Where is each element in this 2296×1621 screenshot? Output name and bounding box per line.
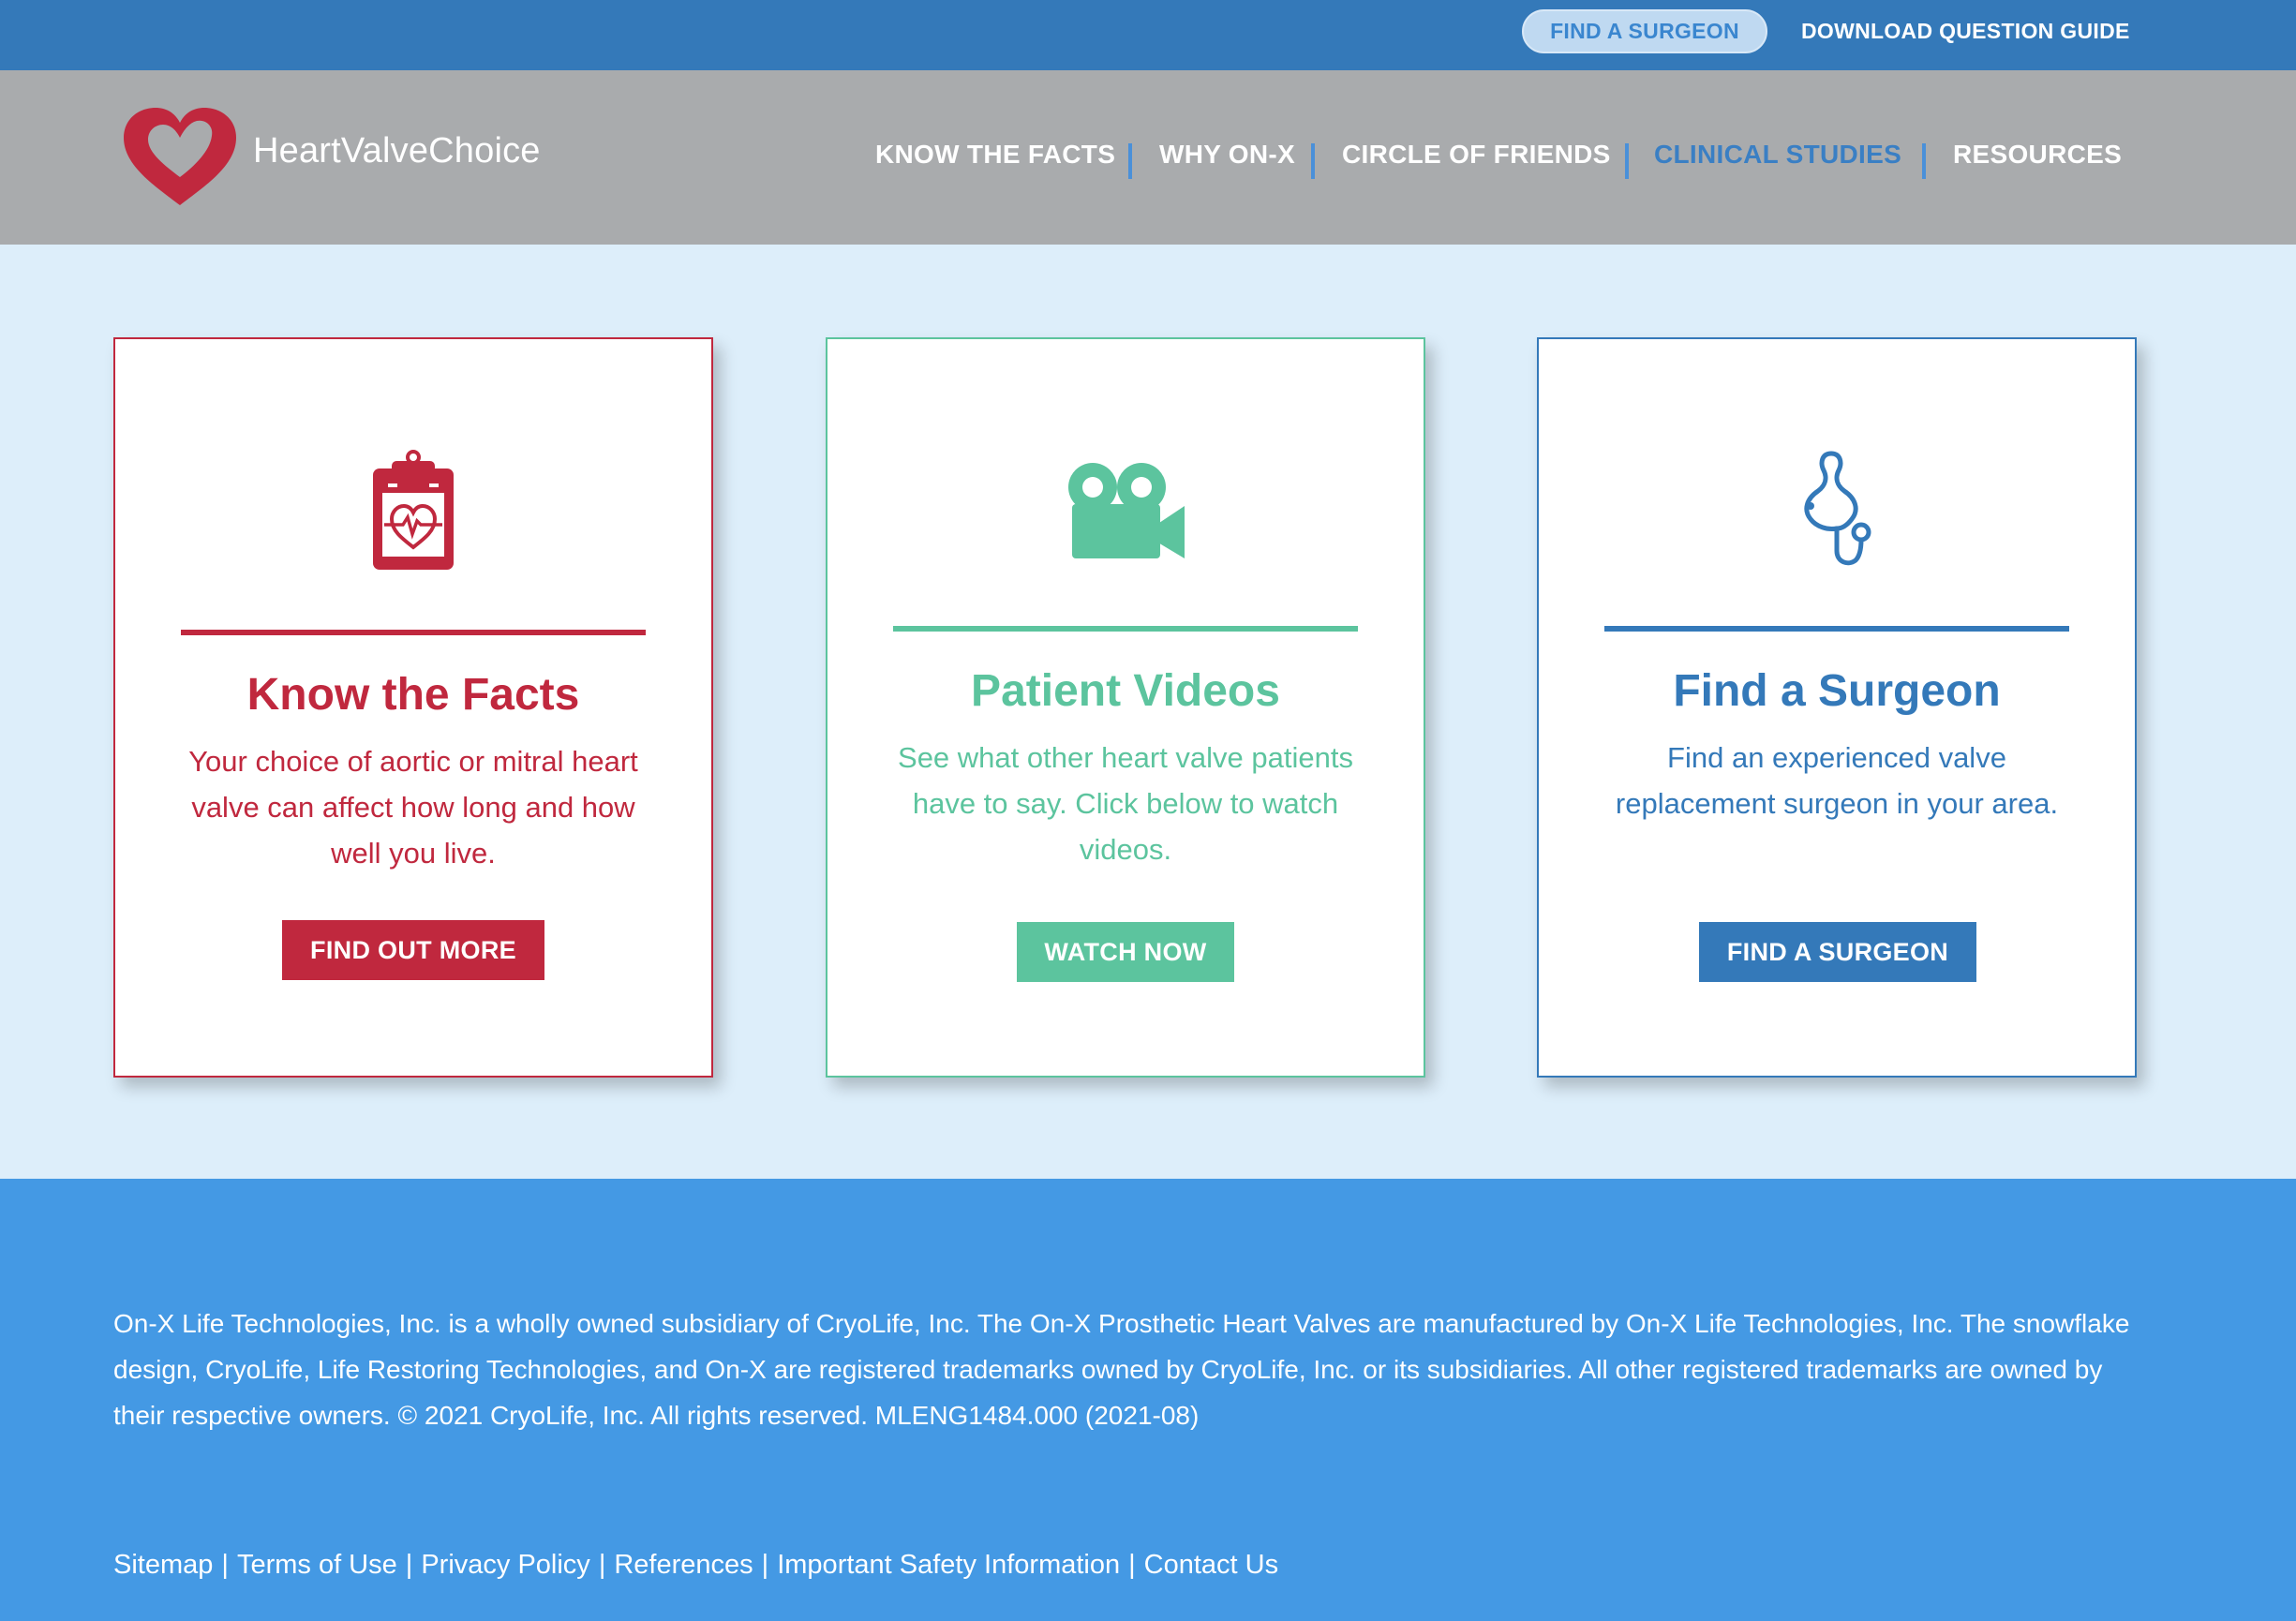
clipboard-heart-icon xyxy=(115,450,711,572)
footer-links: Sitemap | Terms of Use | Privacy Policy … xyxy=(113,1550,1278,1581)
footer-link-terms-of-use[interactable]: Terms of Use xyxy=(237,1550,397,1581)
find-out-more-button[interactable]: FIND OUT MORE xyxy=(282,920,544,980)
site-header: HeartValveChoice KNOW THE FACTS WHY ON-X… xyxy=(0,70,2296,245)
card-title: Patient Videos xyxy=(971,666,1280,716)
card-description: Find an experienced valve replacement su… xyxy=(1615,741,2059,820)
card-divider xyxy=(181,630,646,635)
footer-link-sitemap[interactable]: Sitemap xyxy=(113,1550,213,1581)
footer-link-privacy-policy[interactable]: Privacy Policy xyxy=(421,1550,590,1581)
site-logo[interactable]: HeartValveChoice xyxy=(118,104,541,209)
find-surgeon-pill-button[interactable]: FIND A SURGEON xyxy=(1522,9,1767,53)
find-a-surgeon-button[interactable]: FIND A SURGEON xyxy=(1699,922,1976,982)
footer-link-separator: | xyxy=(598,1550,606,1580)
nav-why-on-x[interactable]: WHY ON-X xyxy=(1159,140,1295,177)
card-title: Find a Surgeon xyxy=(1673,666,2001,716)
footer-link-important-safety-information[interactable]: Important Safety Information xyxy=(777,1550,1120,1581)
card-title: Know the Facts xyxy=(246,670,580,720)
nav-know-the-facts[interactable]: KNOW THE FACTS xyxy=(875,140,1115,177)
download-question-guide-link[interactable]: DOWNLOAD QUESTION GUIDE xyxy=(1801,19,2130,44)
heart-logo-icon xyxy=(124,108,236,205)
card-find-a-surgeon: Find a Surgeon Find an experienced valve… xyxy=(1537,337,2137,1078)
footer-link-separator: | xyxy=(761,1550,769,1580)
video-camera-icon xyxy=(827,459,1424,562)
nav-separator xyxy=(1128,143,1132,179)
card-patient-videos: Patient Videos See what other heart valv… xyxy=(826,337,1425,1078)
watch-now-button[interactable]: WATCH NOW xyxy=(1017,922,1234,982)
card-divider xyxy=(1604,626,2069,632)
card-divider xyxy=(893,626,1358,632)
stethoscope-icon xyxy=(1539,450,2135,572)
card-know-the-facts: Know the Facts Your choice of aortic or … xyxy=(113,337,713,1078)
utility-bar: FIND A SURGEON DOWNLOAD QUESTION GUIDE xyxy=(0,0,2296,70)
nav-separator xyxy=(1311,143,1315,179)
logo-text: HeartValveChoice xyxy=(253,130,541,171)
footer-link-separator: | xyxy=(1128,1550,1136,1580)
footer-link-separator: | xyxy=(221,1550,229,1580)
card-description: See what other heart valve patients have… xyxy=(898,741,1353,866)
legal-disclaimer: On-X Life Technologies, Inc. is a wholly… xyxy=(113,1309,2130,1430)
nav-separator xyxy=(1625,143,1629,179)
nav-separator xyxy=(1922,143,1926,179)
site-footer: On-X Life Technologies, Inc. is a wholly… xyxy=(0,1179,2296,1621)
footer-link-separator: | xyxy=(405,1550,413,1580)
card-description: Your choice of aortic or mitral heart va… xyxy=(188,745,638,870)
nav-circle-of-friends[interactable]: CIRCLE OF FRIENDS xyxy=(1342,140,1611,177)
nav-resources[interactable]: RESOURCES xyxy=(1953,140,2122,177)
footer-link-contact-us[interactable]: Contact Us xyxy=(1144,1550,1278,1581)
footer-link-references[interactable]: References xyxy=(614,1550,753,1581)
nav-clinical-studies[interactable]: CLINICAL STUDIES xyxy=(1654,140,1901,177)
